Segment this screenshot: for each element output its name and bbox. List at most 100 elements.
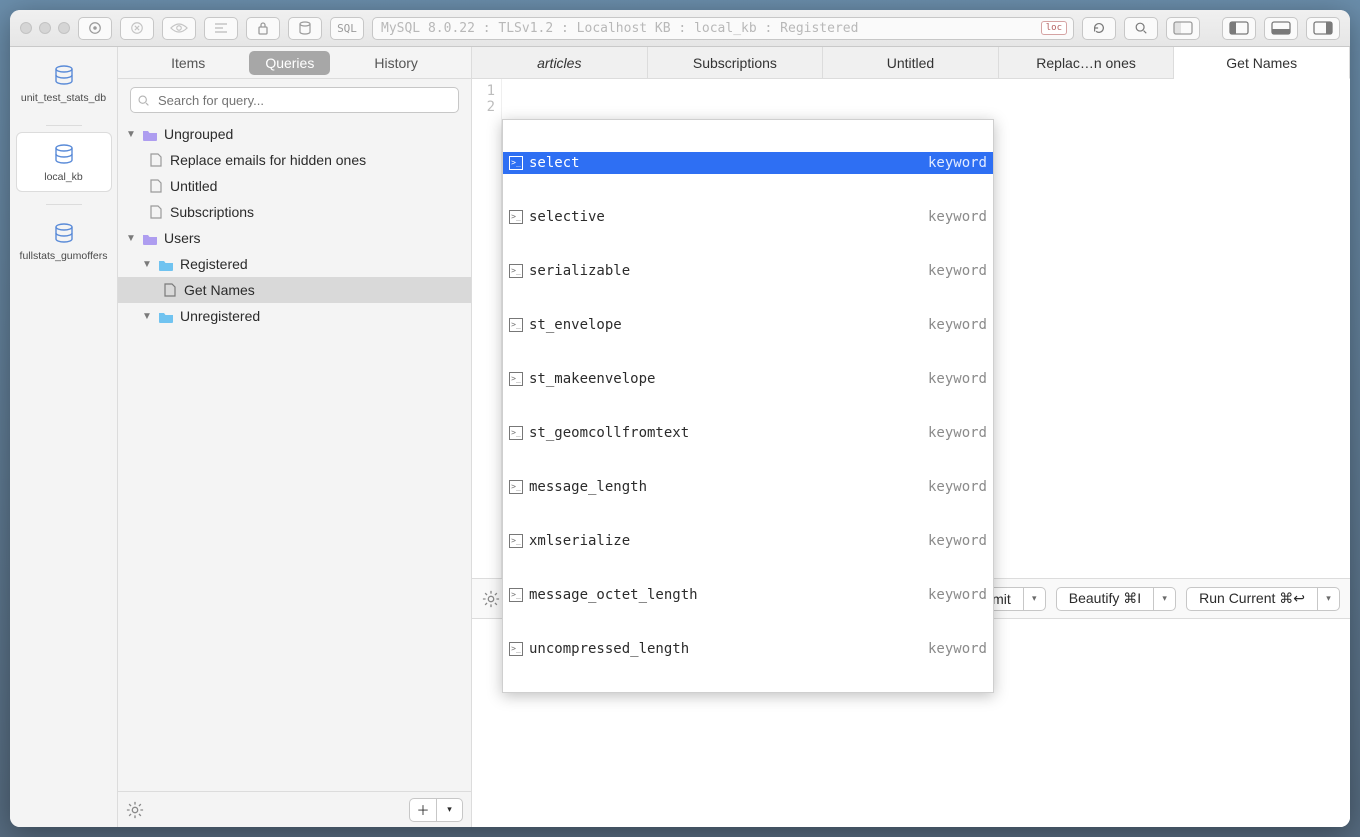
search-button[interactable]: [1124, 17, 1158, 40]
local-badge: loc: [1041, 21, 1067, 35]
visibility-button[interactable]: [162, 17, 196, 40]
database-button[interactable]: [288, 17, 322, 40]
connect-button[interactable]: [78, 17, 112, 40]
divider: [46, 125, 82, 126]
connection-card-local-kb[interactable]: local_kb: [16, 132, 112, 192]
line-number: 2: [472, 99, 495, 115]
doc-tab-untitled[interactable]: Untitled: [823, 47, 999, 78]
query-item[interactable]: Untitled: [118, 173, 471, 199]
connection-card-unit-test[interactable]: unit_test_stats_db: [16, 53, 112, 113]
connection-breadcrumb[interactable]: MySQL 8.0.22 : TLSv1.2 : Localhost KB : …: [372, 17, 1074, 40]
run-label: Run Current ⌘↩: [1187, 590, 1317, 607]
refresh-button[interactable]: [1082, 17, 1116, 40]
indent-button[interactable]: [204, 17, 238, 40]
split-view-button[interactable]: [1166, 17, 1200, 40]
keyword-icon: >_: [509, 642, 523, 656]
connection-label: fullstats_gumoffers: [19, 250, 109, 262]
folder-registered[interactable]: ▼ Registered: [118, 251, 471, 277]
doc-tab-label: Replac…n ones: [1036, 55, 1136, 71]
sql-mode-button[interactable]: SQL: [330, 17, 364, 40]
sql-label: SQL: [337, 22, 357, 35]
layout-right-button[interactable]: [1306, 17, 1340, 40]
chevron-down-icon[interactable]: ▾: [1153, 588, 1175, 610]
chevron-down-icon: ▼: [126, 233, 136, 244]
minimize-window-button[interactable]: [39, 22, 51, 34]
keyword-icon: >_: [509, 318, 523, 332]
autocomplete-item[interactable]: >_ uncompressed_length keyword: [503, 638, 993, 660]
add-query-button[interactable]: ＋ ▾: [409, 798, 463, 822]
doc-tab-get-names[interactable]: Get Names: [1174, 47, 1350, 79]
layout-bottom-button[interactable]: [1264, 17, 1298, 40]
app-window: SQL MySQL 8.0.22 : TLSv1.2 : Localhost K…: [10, 10, 1350, 827]
query-item-get-names[interactable]: Get Names: [118, 277, 471, 303]
sql-editor[interactable]: 1 2 SELE >_ select keyword >_: [472, 79, 1350, 579]
lock-button[interactable]: [246, 17, 280, 40]
autocomplete-type: keyword: [928, 425, 987, 441]
folder-icon: [142, 231, 158, 245]
query-item[interactable]: Subscriptions: [118, 199, 471, 225]
chevron-down-icon[interactable]: ▾: [1317, 588, 1339, 610]
autocomplete-word: message_octet_length: [529, 587, 698, 603]
doc-tab-subscriptions[interactable]: Subscriptions: [648, 47, 824, 78]
sidebar-tabs: Items Queries History: [118, 47, 471, 79]
tab-history[interactable]: History: [358, 51, 434, 75]
sidebar-bottom-bar: ＋ ▾: [118, 791, 471, 827]
doc-tab-articles[interactable]: articles: [472, 47, 648, 78]
code-area[interactable]: SELE >_ select keyword >_ selective keyw…: [502, 79, 1350, 578]
connection-card-fullstats[interactable]: fullstats_gumoffers: [16, 211, 112, 271]
autocomplete-type: keyword: [928, 479, 987, 495]
cancel-button[interactable]: [120, 17, 154, 40]
chevron-down-icon[interactable]: ▾: [1023, 588, 1045, 610]
autocomplete-item[interactable]: >_ serializable keyword: [503, 260, 993, 282]
gear-icon[interactable]: [126, 801, 144, 819]
autocomplete-word: st_envelope: [529, 317, 622, 333]
autocomplete-word: serializable: [529, 263, 630, 279]
folder-users[interactable]: ▼ Users: [118, 225, 471, 251]
database-icon: [53, 64, 75, 86]
folder-unregistered[interactable]: ▼ Unregistered: [118, 303, 471, 329]
tab-items[interactable]: Items: [155, 51, 221, 75]
run-button[interactable]: Run Current ⌘↩ ▾: [1186, 587, 1340, 611]
search-input-wrapper[interactable]: [130, 87, 459, 113]
autocomplete-item[interactable]: >_ selective keyword: [503, 206, 993, 228]
document-tabs: articles Subscriptions Untitled Replac…n…: [472, 47, 1350, 79]
layout-left-button[interactable]: [1222, 17, 1256, 40]
autocomplete-item[interactable]: >_ st_envelope keyword: [503, 314, 993, 336]
line-gutter: 1 2: [472, 79, 502, 578]
connection-label: unit_test_stats_db: [19, 92, 109, 104]
doc-tab-replace[interactable]: Replac…n ones: [999, 47, 1175, 78]
keyword-icon: >_: [509, 426, 523, 440]
database-icon: [53, 143, 75, 165]
keyword-icon: >_: [509, 480, 523, 494]
autocomplete-word: select: [529, 155, 580, 171]
autocomplete-item[interactable]: >_ message_length keyword: [503, 476, 993, 498]
autocomplete-type: keyword: [928, 317, 987, 333]
tab-queries[interactable]: Queries: [249, 51, 330, 75]
keyword-icon: >_: [509, 372, 523, 386]
breadcrumb-text: MySQL 8.0.22 : TLSv1.2 : Localhost KB : …: [381, 21, 858, 36]
beautify-label: Beautify ⌘I: [1057, 590, 1153, 607]
query-item[interactable]: Replace emails for hidden ones: [118, 147, 471, 173]
close-window-button[interactable]: [20, 22, 32, 34]
file-icon: [148, 153, 164, 167]
folder-label: Registered: [180, 256, 248, 272]
folder-icon: [142, 127, 158, 141]
folder-ungrouped[interactable]: ▼ Ungrouped: [118, 121, 471, 147]
keyword-icon: >_: [509, 264, 523, 278]
autocomplete-item[interactable]: >_ st_makeenvelope keyword: [503, 368, 993, 390]
autocomplete-item[interactable]: >_ select keyword: [503, 152, 993, 174]
autocomplete-type: keyword: [928, 587, 987, 603]
gear-icon[interactable]: [482, 590, 500, 608]
zoom-window-button[interactable]: [58, 22, 70, 34]
chevron-down-icon: ▼: [142, 259, 152, 270]
folder-label: Users: [164, 230, 201, 246]
autocomplete-item[interactable]: >_ message_octet_length keyword: [503, 584, 993, 606]
autocomplete-type: keyword: [928, 533, 987, 549]
chevron-down-icon[interactable]: ▾: [436, 799, 462, 821]
autocomplete-item[interactable]: >_ st_geomcollfromtext keyword: [503, 422, 993, 444]
database-icon: [53, 222, 75, 244]
autocomplete-item[interactable]: >_ xmlserialize keyword: [503, 530, 993, 552]
autocomplete-word: st_geomcollfromtext: [529, 425, 689, 441]
beautify-button[interactable]: Beautify ⌘I ▾: [1056, 587, 1176, 611]
search-input[interactable]: [156, 92, 452, 109]
